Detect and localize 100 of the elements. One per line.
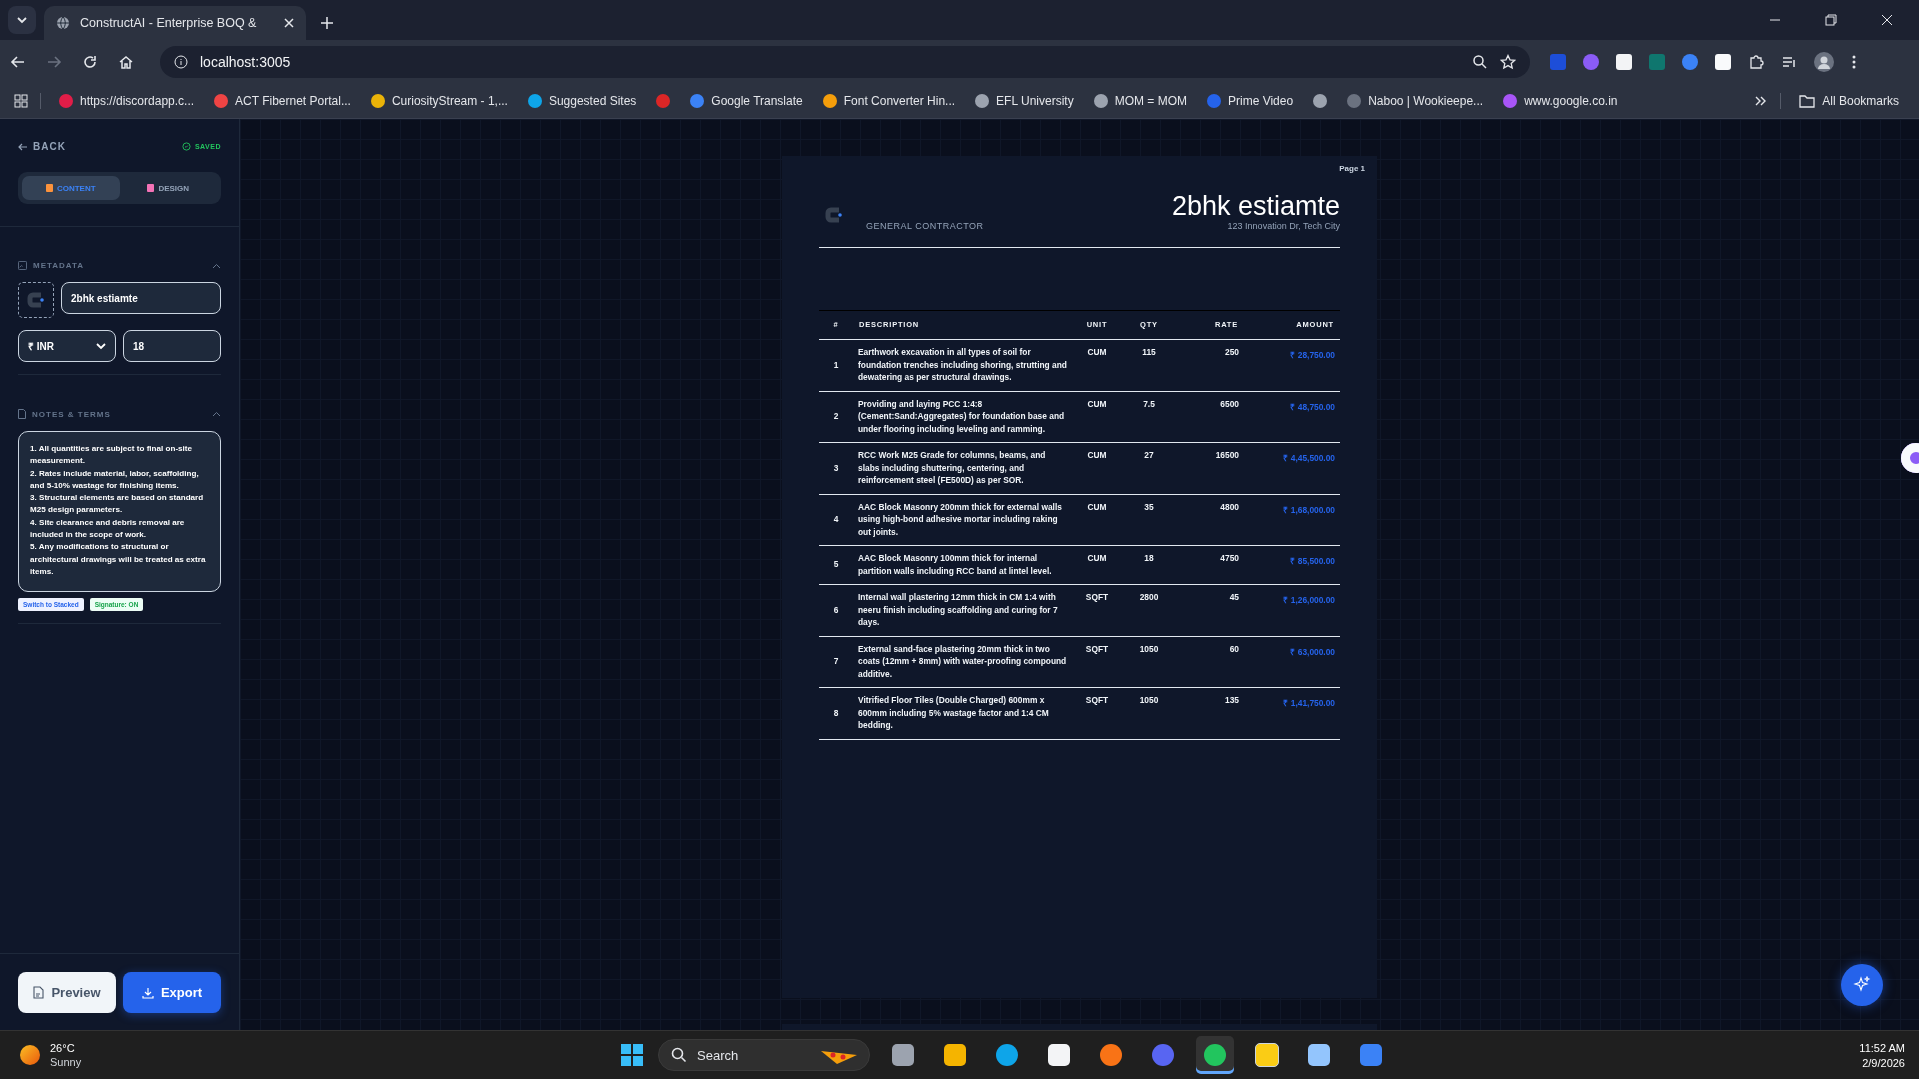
table-cell: 3 [819,442,853,494]
restore-icon[interactable] [1825,14,1837,26]
back-link[interactable]: BACK [18,141,66,152]
tab-list-button[interactable] [8,6,36,34]
bookmark[interactable]: ACT Fibernet Portal... [208,94,357,108]
chevron-up-icon[interactable] [212,411,221,417]
document-icon [45,184,53,192]
table-cell: 6 [819,584,853,636]
table-cell: External sand-face plastering 20mm thick in two coats (12mm + 8mm) with water-proofing compound additive. [853,636,1073,688]
table-cell: SQFT [1073,636,1121,688]
company-tagline: GENERAL CONTRACTOR [866,221,984,231]
bookmark[interactable]: Suggested Sites [521,94,643,108]
bookmark[interactable]: Font Converter Hin... [816,94,962,108]
table-cell: 115 [1121,339,1177,391]
table-cell: ₹ 1,41,750.00 [1244,687,1340,739]
apps-icon[interactable] [14,94,28,108]
export-button[interactable]: Export [123,972,221,1013]
table-cell: RCC Work M25 Grade for columns, beams, and slabs including shuttering, centering, and reinforcement steel (FE500D) as per SOR. [853,442,1073,494]
menu-icon[interactable] [1851,54,1857,70]
address-bar[interactable]: localhost:3005 [160,46,1530,78]
table-cell: ₹ 4,45,500.00 [1244,442,1340,494]
table-cell: 35 [1121,494,1177,546]
company-address: 123 Innovation Dr, Tech City [1227,221,1340,231]
bookmark[interactable]: Prime Video [1201,94,1300,108]
info-icon[interactable] [174,55,188,69]
weather-condition[interactable]: Sunny [50,1056,82,1068]
forward-icon[interactable] [46,54,62,70]
back-icon[interactable] [10,54,26,70]
notes-field[interactable]: 1. All quantities are subject to final on-site measurement. 2. Rates include material, labor, scaffolding, and 5-10% wastage for finishing items. 3. Structural elements are based on standard M25 design parameters. 4. Site clearance and debris removal are included in the scope of work. 5. Any modifications to structural or architectural drawings will be treated as extra items. [18,431,221,592]
table-cell: 2 [819,391,853,443]
mode-tab[interactable]: DESIGN [119,176,217,200]
logo-icon [824,205,844,225]
chevron-up-icon[interactable] [212,262,221,269]
check-circle-icon [181,142,191,151]
table-cell: CUM [1073,494,1121,546]
star-icon[interactable] [1500,54,1516,70]
arrow-left-icon [18,141,28,152]
browser-tab[interactable]: ConstructAI - Enterprise BOQ & [44,6,306,40]
bookmark[interactable]: Naboo | Wookieepe... [1341,94,1490,108]
table-cell: ₹ 1,26,000.00 [1244,584,1340,636]
globe-icon [56,16,70,30]
table-cell: 4 [819,494,853,546]
search-field[interactable]: Search [658,1039,870,1071]
table-cell: Vitrified Floor Tiles (Double Charged) 600mm x 600mm including 5% wastage factor and 1:4 CM bedding. [853,687,1073,739]
table-cell: 27 [1121,442,1177,494]
table-cell: 18 [1121,545,1177,585]
bookmark-icon[interactable] [656,94,671,108]
logo-icon [26,290,46,310]
windows-icon[interactable] [620,1043,644,1067]
tax-field[interactable]: 18 [123,330,221,362]
image-icon [18,261,27,270]
table-cell: 5 [819,545,853,585]
bookmark[interactable]: CuriosityStream - 1,... [364,94,514,108]
bookmark[interactable]: www.google.co.in [1497,94,1624,108]
table-cell: CUM [1073,391,1121,443]
table-cell: 45 [1177,584,1244,636]
media-icon[interactable] [1781,54,1797,70]
close-icon[interactable] [1881,14,1893,26]
table-cell: 135 [1177,687,1244,739]
new-tab-icon[interactable] [320,16,334,30]
ai-assistant-button[interactable] [1841,964,1883,1006]
sun-icon[interactable] [20,1045,40,1065]
clock-time[interactable]: 11:52 AM [1859,1041,1905,1054]
home-icon[interactable] [118,54,134,70]
table-cell: SQFT [1073,687,1121,739]
chevron-down-icon [96,342,106,350]
table-cell: Providing and laying PCC 1:4:8 (Cement:Sand:Aggregates) for foundation base and under flooring including leveling and ramming. [853,391,1073,443]
page-number: Page 1 [1339,164,1365,173]
logo-upload[interactable] [18,282,54,318]
currency-select[interactable]: ₹ INR [18,330,116,362]
temperature[interactable]: 26°C [50,1042,82,1054]
bookmark-icon[interactable] [1313,94,1328,108]
table-cell: CUM [1073,442,1121,494]
table-cell: 7.5 [1121,391,1177,443]
section-heading: NOTES & TERMS [32,409,111,419]
table-cell: ₹ 85,500.00 [1244,545,1340,585]
avatar-icon[interactable] [1814,52,1834,72]
bookmark[interactable]: https://discordapp.c... [53,94,201,108]
section-heading: METADATA [33,261,85,270]
zoom-icon[interactable] [1472,54,1488,70]
table-cell: CUM [1073,545,1121,585]
table-cell: Earthwork excavation in all types of soil for foundation trenches including shoring, strutting and dewatering as per structural drawings. [853,339,1073,391]
table-cell: SQFT [1073,584,1121,636]
all-bookmarks-button[interactable]: All Bookmarks [1793,94,1905,108]
table-cell: 8 [819,687,853,739]
bookmark[interactable]: Google Translate [684,94,809,108]
title-field[interactable]: 2bhk estiamte [61,282,221,314]
table-cell: Internal wall plastering 12mm thick in CM 1:4 with neeru finish including scaffolding and curing for 7 days. [853,584,1073,636]
table-cell: CUM [1073,339,1121,391]
bookmark[interactable]: MOM = MOM [1087,94,1193,108]
table-cell: AAC Block Masonry 100mm thick for internal partition walls including RCC band at lintel level. [853,545,1073,585]
clock-date[interactable]: 2/9/2026 [1862,1056,1905,1069]
table-cell: 60 [1177,636,1244,688]
close-icon[interactable] [284,18,294,28]
preview-button[interactable]: Preview [18,972,116,1013]
bookmark[interactable]: EFL University [969,94,1080,108]
table-cell: 250 [1177,339,1244,391]
puzzle-icon[interactable] [1748,54,1764,70]
reload-icon[interactable] [82,54,98,70]
table-cell: 16500 [1177,442,1244,494]
